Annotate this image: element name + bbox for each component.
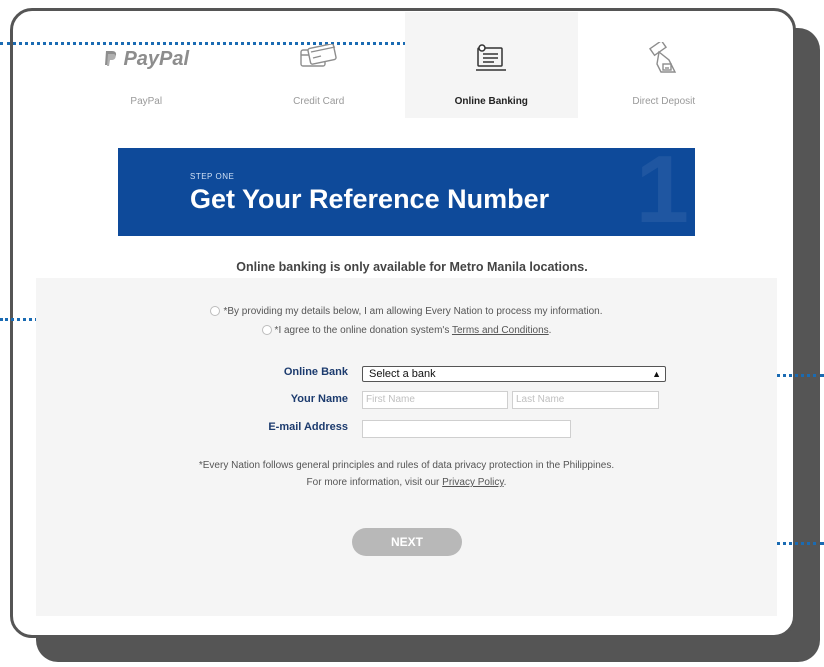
tab-direct-deposit-label: Direct Deposit (632, 96, 696, 107)
tab-credit-card[interactable]: Credit Card (233, 12, 406, 118)
your-name-label: Your Name (290, 393, 348, 405)
payment-method-tabs: PayPal PayPal Credit Card Online Banking… (60, 12, 750, 118)
availability-notice: Online banking is only available for Met… (236, 260, 588, 274)
tab-credit-card-label: Credit Card (293, 96, 345, 107)
online-bank-value: Select a bank (369, 368, 436, 380)
privacy-policy-link[interactable]: Privacy Policy (442, 477, 504, 488)
privacy-note-prefix: For more information, visit our (306, 477, 443, 488)
email-label: E-mail Address (268, 421, 348, 433)
privacy-consent-row: *By providing my details below, I am all… (36, 306, 777, 317)
terms-link[interactable]: Terms and Conditions (452, 325, 549, 336)
next-button[interactable]: NEXT (352, 528, 462, 556)
first-name-input[interactable]: First Name (362, 391, 508, 409)
terms-consent-checkbox[interactable] (261, 325, 272, 336)
last-name-input[interactable]: Last Name (512, 391, 659, 409)
step-banner: STEP ONE Get Your Reference Number 1 (118, 148, 695, 236)
tab-online-banking-label: Online Banking (454, 96, 528, 107)
banner-title: Get Your Reference Number (190, 184, 550, 214)
select-arrows-icon: ▲︎ (652, 369, 661, 379)
privacy-note-suffix: . (503, 477, 507, 488)
terms-consent-text: *I agree to the online donation system's (274, 325, 452, 336)
paypal-logo-text: PayPal (123, 47, 190, 70)
tab-direct-deposit[interactable]: Direct Deposit (578, 12, 751, 118)
paypal-logo-icon: PayPal (103, 42, 189, 76)
tab-online-banking[interactable]: Online Banking (405, 12, 578, 118)
online-banking-icon (474, 42, 508, 76)
email-input[interactable] (362, 420, 571, 438)
step-label: STEP ONE (190, 172, 235, 181)
credit-card-icon (299, 42, 339, 76)
terms-suffix: . (548, 325, 552, 336)
tab-paypal-label: PayPal (130, 96, 163, 107)
step-number: 1 (635, 148, 689, 236)
privacy-consent-checkbox[interactable] (210, 306, 221, 317)
donation-form-panel: *By providing my details below, I am all… (36, 278, 777, 616)
terms-consent-row: *I agree to the online donation system's… (36, 325, 777, 336)
privacy-note-line1: *Every Nation follows general principles… (198, 460, 615, 471)
online-bank-select[interactable]: Select a bank ▲︎ (362, 366, 666, 382)
online-bank-label: Online Bank (283, 366, 348, 378)
tab-paypal[interactable]: PayPal PayPal (60, 12, 233, 118)
direct-deposit-icon (647, 42, 681, 76)
privacy-consent-text: *By providing my details below, I am all… (223, 306, 603, 317)
privacy-note-line2: For more information, visit our Privacy … (36, 475, 777, 491)
